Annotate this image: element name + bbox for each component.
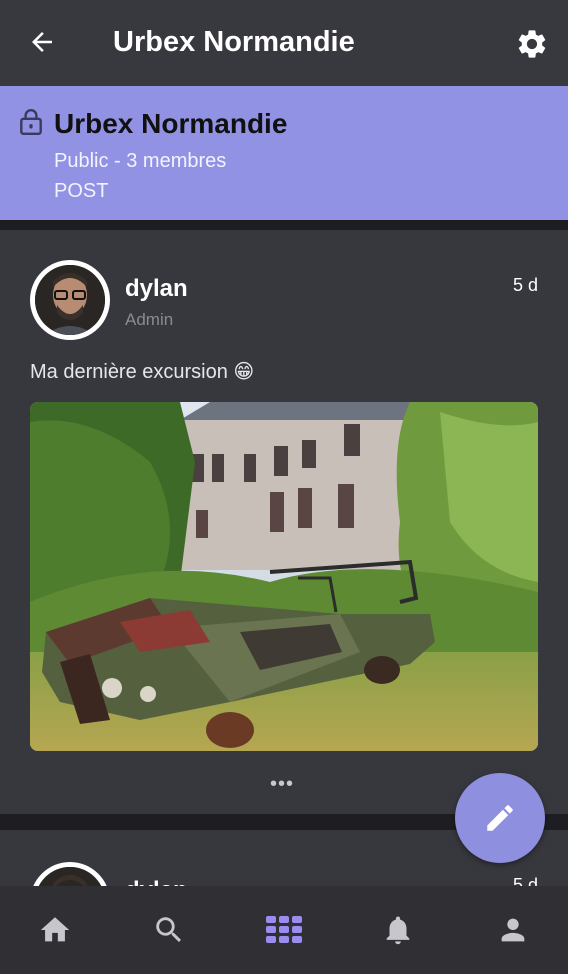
post-time: 5 d xyxy=(513,875,539,886)
search-icon xyxy=(156,917,182,943)
avatar[interactable] xyxy=(30,862,110,886)
group-meta: Public - 3 membres xyxy=(54,150,227,172)
avatar[interactable] xyxy=(30,260,110,340)
post-author-role: Admin xyxy=(125,310,174,329)
home-icon xyxy=(40,917,70,942)
avatar-photo xyxy=(35,867,105,886)
nav-notifications[interactable] xyxy=(374,906,422,954)
abandoned-jeep-image xyxy=(30,402,538,751)
back-button[interactable] xyxy=(24,24,60,60)
person-icon xyxy=(501,918,525,942)
grid-icon xyxy=(266,916,302,943)
lock-icon xyxy=(20,109,42,136)
app-bar: Urbex Normandie xyxy=(0,0,568,86)
post-author[interactable]: dylan xyxy=(125,274,188,304)
bottom-nav xyxy=(0,886,568,974)
app-bar-title: Urbex Normandie xyxy=(113,26,355,58)
nav-search[interactable] xyxy=(145,906,193,954)
avatar-photo xyxy=(35,265,105,335)
arrow-left-icon xyxy=(32,32,52,52)
pencil-icon xyxy=(487,805,513,831)
group-type: POST xyxy=(54,180,109,202)
divider xyxy=(0,220,568,230)
nav-groups[interactable] xyxy=(260,906,308,954)
post-author[interactable]: dylan xyxy=(125,876,188,886)
settings-button[interactable] xyxy=(512,24,552,64)
nav-home[interactable] xyxy=(31,906,79,954)
post-card[interactable]: dylan Admin 5 d Ma dernière excursion 😁 xyxy=(0,230,568,814)
bell-icon xyxy=(386,916,410,945)
group-name: Urbex Normandie xyxy=(54,108,288,139)
compose-button[interactable] xyxy=(455,773,545,863)
more-options-button[interactable]: ••• xyxy=(270,773,294,796)
gear-icon xyxy=(518,30,546,58)
post-text: Ma dernière excursion 😁 xyxy=(30,361,255,383)
group-header: Urbex Normandie Public - 3 membres POST xyxy=(0,86,568,220)
post-photo[interactable] xyxy=(30,402,538,751)
nav-profile[interactable] xyxy=(489,906,537,954)
post-time: 5 d xyxy=(513,275,539,295)
